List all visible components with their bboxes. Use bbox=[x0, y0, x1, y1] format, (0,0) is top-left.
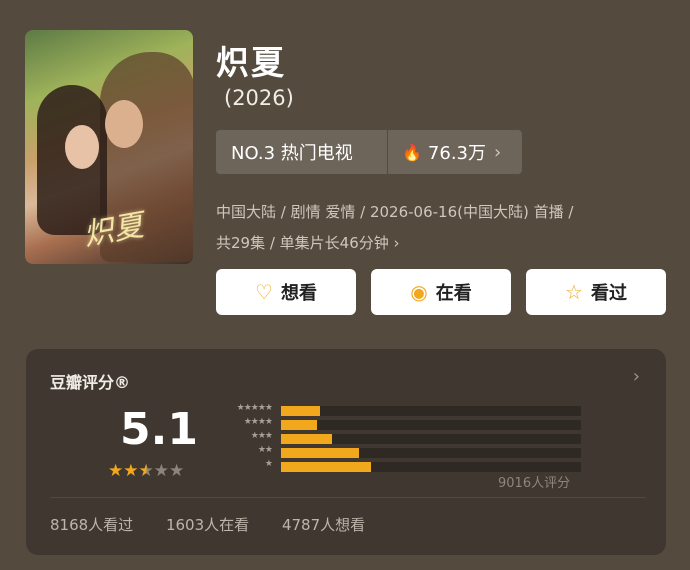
watching-button-label: 在看 bbox=[435, 283, 472, 304]
rating-score: 5.1 bbox=[120, 404, 198, 455]
show-meta[interactable]: 中国大陆 / 剧情 爱情 / 2026-06-16(中国大陆) 首播 / 共29… bbox=[216, 197, 666, 259]
star-icon: ★ bbox=[138, 461, 154, 481]
heart-plus-icon: ♡ bbox=[255, 280, 273, 304]
star-icon: ★ bbox=[153, 461, 169, 481]
rating-card[interactable]: 豆瓣评分® › 5.1 ★★★★★ ★★★★★ ★★★★ ★★★ ★★ ★ 90… bbox=[26, 349, 666, 555]
star-outline-icon: ☆ bbox=[565, 280, 583, 304]
rating-bar-track bbox=[281, 434, 581, 444]
rating-label: 豆瓣评分® bbox=[50, 373, 131, 392]
watch-stats: 8168人看过 1603人在看 4787人想看 bbox=[50, 514, 381, 535]
watched-count: 8168人看过 bbox=[50, 516, 134, 534]
rating-bar-fill bbox=[281, 448, 359, 458]
star-icon: ★ bbox=[123, 461, 139, 481]
want-button[interactable]: ♡ 想看 bbox=[216, 269, 356, 315]
rating-bar-fill bbox=[281, 420, 317, 430]
dist-label-4: ★★★★ bbox=[243, 417, 273, 427]
watched-button-label: 看过 bbox=[590, 283, 627, 304]
rating-bar-fill bbox=[281, 462, 371, 472]
heat-value: 76.3万 bbox=[427, 143, 486, 164]
rating-bar-fill bbox=[281, 406, 320, 416]
rank-bar[interactable]: NO.3 热门电视 🔥 76.3万 › bbox=[216, 130, 522, 174]
meta-line-2: 共29集 / 单集片长46分钟 › bbox=[216, 234, 400, 252]
dist-label-5: ★★★★★ bbox=[236, 403, 273, 413]
poster-face-woman bbox=[65, 125, 99, 169]
vote-count: 9016人评分 bbox=[498, 476, 571, 491]
distribution-star-labels: ★★★★★ ★★★★ ★★★ ★★ ★ bbox=[212, 403, 273, 473]
poster-face-man bbox=[105, 100, 143, 148]
rating-stars: ★★★★★ bbox=[108, 461, 184, 481]
rating-bar-track bbox=[281, 406, 581, 416]
watching-count: 1603人在看 bbox=[165, 516, 250, 534]
rating-bar-fill bbox=[281, 434, 332, 444]
rating-bar-track bbox=[281, 420, 581, 430]
star-icon: ★ bbox=[169, 461, 185, 481]
heat-section[interactable]: 🔥 76.3万 › bbox=[388, 139, 501, 165]
target-icon: ◉ bbox=[410, 280, 428, 304]
chevron-right-icon[interactable]: › bbox=[633, 366, 640, 387]
rating-bar-track bbox=[281, 448, 581, 458]
watched-button[interactable]: ☆ 看过 bbox=[526, 269, 666, 315]
show-title: 炽夏 bbox=[216, 43, 286, 82]
want-count: 4787人想看 bbox=[281, 516, 366, 534]
chevron-right-icon: › bbox=[494, 141, 502, 163]
rating-distribution bbox=[281, 406, 581, 476]
poster-image[interactable]: 炽夏 bbox=[25, 30, 193, 264]
rank-label[interactable]: NO.3 热门电视 bbox=[216, 139, 387, 165]
dist-label-2: ★★ bbox=[257, 445, 273, 455]
divider bbox=[50, 497, 646, 498]
show-year: (2026) bbox=[224, 86, 294, 110]
meta-line-1: 中国大陆 / 剧情 爱情 / 2026-06-16(中国大陆) 首播 / bbox=[216, 203, 574, 221]
dist-label-1: ★ bbox=[264, 459, 273, 469]
watching-button[interactable]: ◉ 在看 bbox=[371, 269, 511, 315]
dist-label-3: ★★★ bbox=[250, 431, 273, 441]
want-button-label: 想看 bbox=[280, 283, 317, 304]
star-icon: ★ bbox=[108, 461, 124, 481]
rating-bar-track bbox=[281, 462, 581, 472]
fire-icon: 🔥 bbox=[402, 142, 422, 162]
